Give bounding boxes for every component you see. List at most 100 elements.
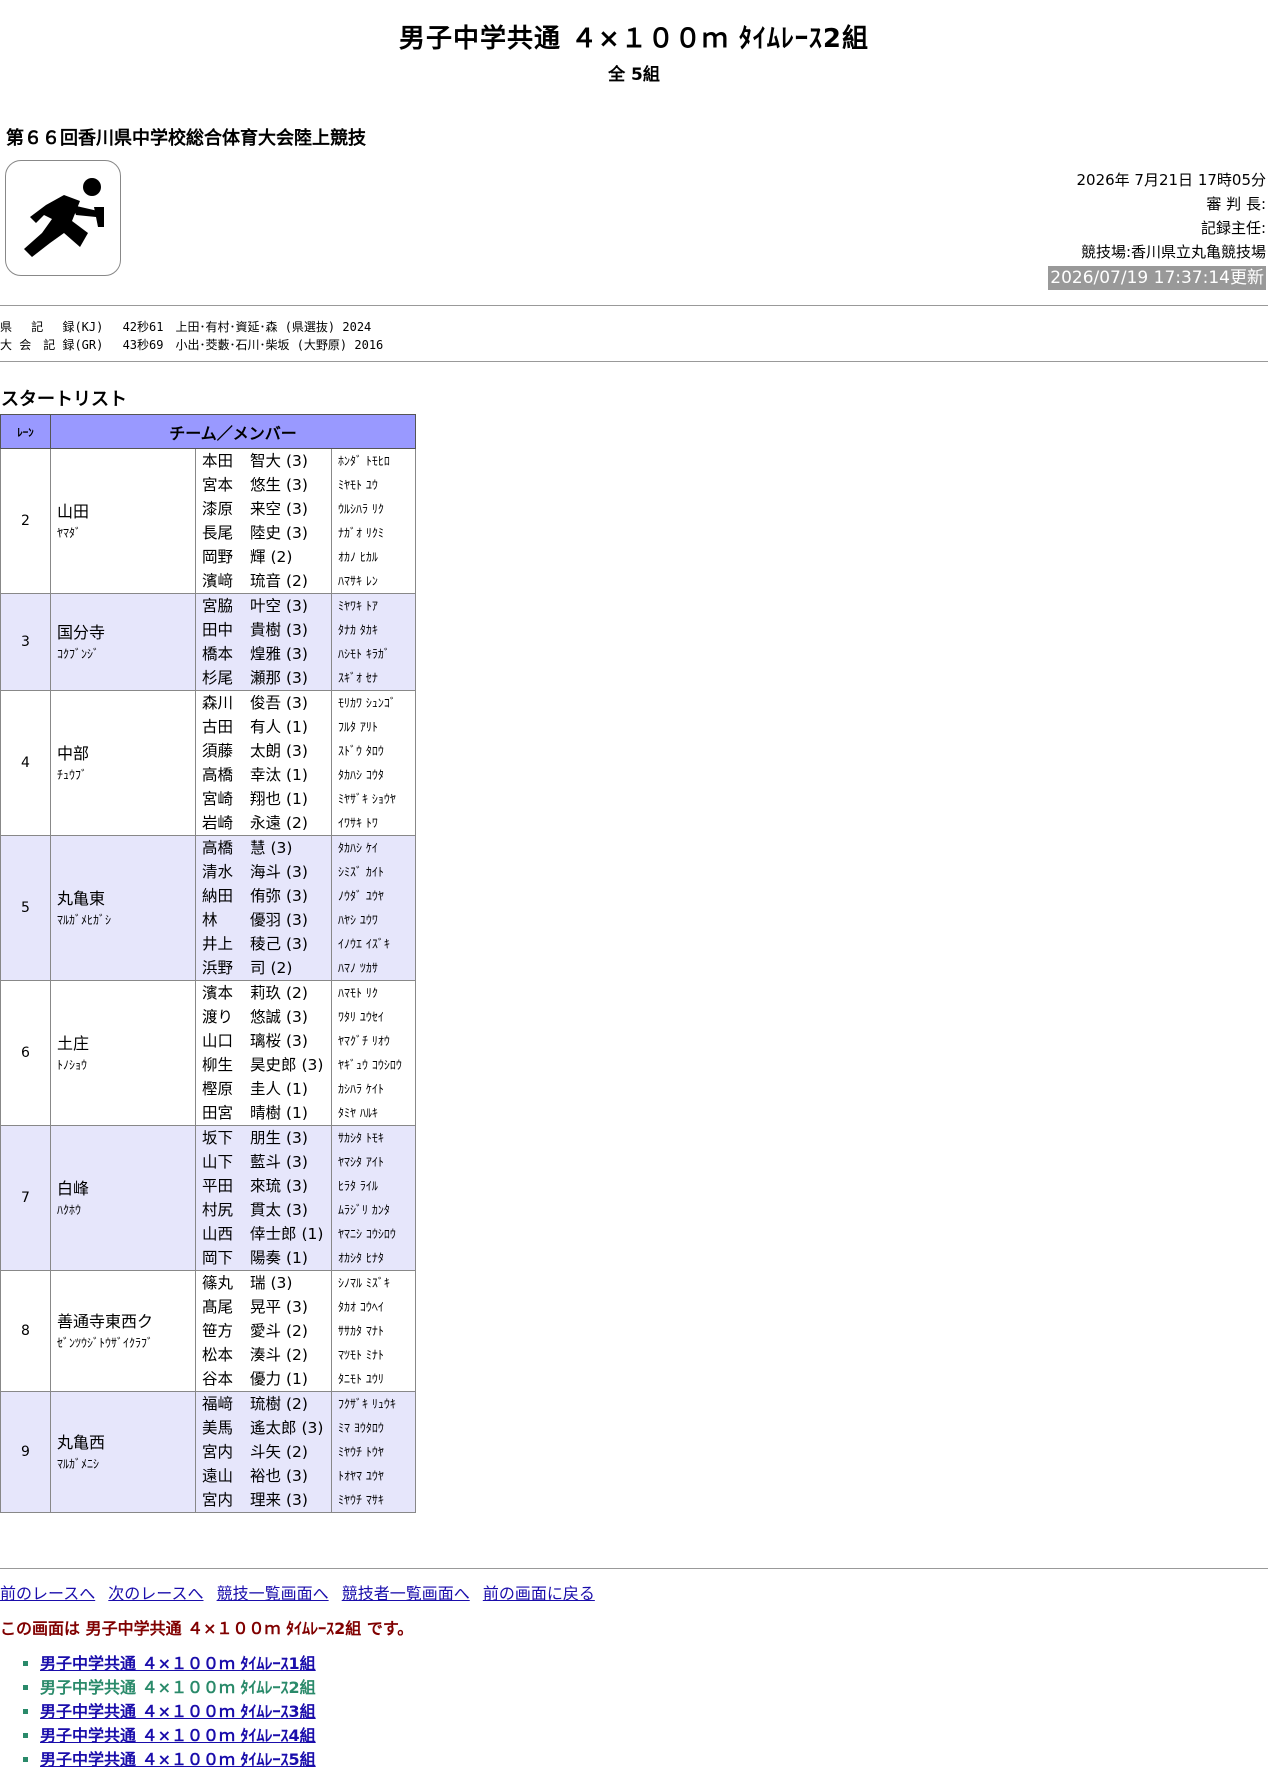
member-first-name: 優羽 (250, 911, 282, 929)
member-last-name: 古田 (202, 718, 234, 736)
startlist-heading: スタートリスト (1, 389, 127, 410)
member-name: 福﨑 琉樹 (2) (202, 1392, 331, 1416)
member-name: 長尾 陸史 (3) (202, 521, 331, 545)
member-name: 濱﨑 琉音 (2) (202, 569, 331, 593)
member-last-name: 高橋 (202, 839, 234, 857)
member-grade: (3) (285, 597, 308, 615)
member-kana: ﾉｳﾀﾞ ﾕｳﾔ (338, 889, 384, 903)
member-kana: ﾑﾗｼﾞﾘ ｶﾝﾀ (338, 1203, 390, 1217)
member-first-name: 侑弥 (250, 887, 282, 905)
member-name: 宮脇 叶空 (3) (202, 594, 331, 618)
member-grade: (3) (285, 1153, 308, 1171)
member-grade: (3) (285, 1491, 308, 1509)
col-team-header: チーム／メンバー (50, 414, 416, 449)
team-cell: 丸亀東 ﾏﾙｶﾞﾒﾋｶﾞｼ (50, 835, 196, 981)
member-name: 宮本 悠生 (3) (202, 473, 331, 497)
member-name: 山口 璃桜 (3) (202, 1029, 331, 1053)
member-kana: ﾐﾔﾜｷ ﾄｱ (338, 599, 378, 613)
member-grade: (3) (285, 1032, 308, 1050)
member-first-name: 晴樹 (250, 1104, 282, 1122)
team-cell: 山田 ﾔﾏﾀﾞ (50, 448, 196, 594)
table-row: 8 善通寺東西ク ｾﾞﾝﾂｳｼﾞﾄｳｻﾞｲｸﾗﾌﾞ 篠丸瑞 (3) 髙尾 晃平 (3) 笹方… (0, 1270, 416, 1392)
member-last-name: 松本 (202, 1346, 234, 1364)
member-last-name: 樫原 (202, 1080, 234, 1098)
member-grade: (1) (285, 1080, 308, 1098)
member-grade: (1) (285, 1370, 308, 1388)
member-first-name: 昊史郎 (250, 1056, 297, 1074)
member-names-cell: 濱本 莉玖 (2) 渡り 悠誠 (3) 山口 璃桜 (3) 柳生 昊史郎 (3) 樫原 圭人 (1… (195, 980, 332, 1126)
member-name: 渡り 悠誠 (3) (202, 1005, 331, 1029)
race-link[interactable]: 男子中学共通 ４×１００ｍ ﾀｲﾑﾚｰｽ1組 (40, 1654, 316, 1673)
back-link[interactable]: 前の画面に戻る (483, 1584, 595, 1603)
member-grade: (3) (285, 645, 308, 663)
member-first-name: 司 (250, 959, 266, 977)
member-name: 濱本 莉玖 (2) (202, 981, 331, 1005)
table-row: 2 山田 ﾔﾏﾀﾞ 本田 智大 (3) 宮本 悠生 (3) 漆原 来空 (3) 長尾 陸史 (3) 岡… (0, 448, 416, 594)
member-first-name: 湊斗 (250, 1346, 282, 1364)
team-name: 白峰 (57, 1179, 90, 1198)
member-name: 高橋 幸汰 (1) (202, 763, 331, 787)
member-last-name: 橋本 (202, 645, 234, 663)
race-link[interactable]: 男子中学共通 ４×１００ｍ ﾀｲﾑﾚｰｽ4組 (40, 1726, 316, 1745)
table-row: 4 中部 ﾁｭｳﾌﾞ 森川 俊吾 (3) 古田 有人 (1) 須藤 太朗 (3) 高橋 幸汰 (1)… (0, 690, 416, 836)
member-last-name: 清水 (202, 863, 234, 881)
records-block: 県 記 録(KJ) 42秒61 上田･有村･資延･森 (県選抜) 2024 大 … (0, 318, 383, 354)
member-kana: ｵｶﾉ ﾋｶﾙ (338, 550, 378, 564)
table-row: 3 国分寺 ｺｸﾌﾞﾝｼﾞ 宮脇 叶空 (3) 田中 貴樹 (3) 橋本 煌雅 (3) 杉尾 瀬那 … (0, 593, 416, 691)
member-grade: (3) (270, 1274, 293, 1292)
member-last-name: 浜野 (202, 959, 234, 977)
member-grade: (3) (285, 1129, 308, 1147)
team-kana: ﾊｸﾎｳ (57, 1203, 82, 1217)
member-grade: (2) (285, 1443, 308, 1461)
member-names-cell: 福﨑 琉樹 (2) 美馬 遙太郎 (3) 宮内 斗矢 (2) 遠山 裕也 (3) 宮内 理来 (3… (195, 1391, 332, 1513)
event-info: 2026年 7月21日 17時05分 審 判 長: 記録主任: 競技場:香川県立… (1048, 168, 1266, 290)
member-kana: ﾊﾔｼ ﾕｳﾜ (338, 913, 378, 927)
member-first-name: 煌雅 (250, 645, 282, 663)
member-first-name: 莉玖 (250, 984, 282, 1002)
member-kana: ﾓﾘｶﾜ ｼｭﾝｺﾞ (338, 696, 396, 710)
next-race-link[interactable]: 次のレースへ (108, 1584, 203, 1603)
member-grade: (3) (285, 1008, 308, 1026)
member-kana: ｳﾙｼﾊﾗ ﾘｸ (338, 502, 384, 516)
member-kana: ｻｻｶﾀ ﾏﾅﾄ (338, 1324, 384, 1338)
member-last-name: 福﨑 (202, 1395, 234, 1413)
member-names-cell: 高橋慧 (3) 清水 海斗 (3) 納田 侑弥 (3) 林優羽 (3) 井上 稜己 (3) 浜野… (195, 835, 332, 981)
member-grade: (2) (285, 1395, 308, 1413)
race-link[interactable]: 男子中学共通 ４×１００ｍ ﾀｲﾑﾚｰｽ5組 (40, 1750, 316, 1769)
member-grade: (3) (285, 524, 308, 542)
member-first-name: 叶空 (250, 597, 282, 615)
member-first-name: 来空 (250, 500, 282, 518)
member-kana: ｼﾐｽﾞ ｶｲﾄ (338, 865, 384, 879)
race-list-item: 男子中学共通 ４×１００ｍ ﾀｲﾑﾚｰｽ1組 (40, 1652, 316, 1676)
race-link[interactable]: 男子中学共通 ４×１００ｍ ﾀｲﾑﾚｰｽ3組 (40, 1702, 316, 1721)
nav-links: 前のレースへ 次のレースへ 競技一覧画面へ 競技者一覧画面へ 前の画面に戻る (0, 1580, 603, 1604)
lane-number: 9 (0, 1391, 51, 1513)
event-list-link[interactable]: 競技一覧画面へ (217, 1584, 329, 1603)
member-name: 納田 侑弥 (3) (202, 884, 331, 908)
member-name: 宮内 斗矢 (2) (202, 1440, 331, 1464)
member-last-name: 岩崎 (202, 814, 234, 832)
member-first-name: 瀬那 (250, 669, 282, 687)
member-kana-cell: ﾓﾘｶﾜ ｼｭﾝｺﾞ ﾌﾙﾀ ｱﾘﾄ ｽﾄﾞｳ ﾀﾛｳ ﾀｶﾊｼ ｺｳﾀ ﾐﾔｻﾞｷ ｼ… (331, 690, 416, 836)
member-names-cell: 宮脇 叶空 (3) 田中 貴樹 (3) 橋本 煌雅 (3) 杉尾 瀬那 (3) (195, 593, 332, 691)
member-grade: (3) (301, 1419, 324, 1437)
member-last-name: 宮崎 (202, 790, 234, 808)
member-grade: (3) (285, 742, 308, 760)
prev-race-link[interactable]: 前のレースへ (0, 1584, 95, 1603)
member-name: 田宮 晴樹 (1) (202, 1101, 331, 1125)
athlete-list-link[interactable]: 競技者一覧画面へ (342, 1584, 470, 1603)
member-first-name: 有人 (250, 718, 282, 736)
member-last-name: 平田 (202, 1177, 234, 1195)
member-names-cell: 本田 智大 (3) 宮本 悠生 (3) 漆原 来空 (3) 長尾 陸史 (3) 岡野輝 (2) 濱… (195, 448, 332, 594)
member-last-name: 柳生 (202, 1056, 234, 1074)
member-grade: (2) (285, 984, 308, 1002)
member-kana: ﾎﾝﾀﾞ ﾄﾓﾋﾛ (338, 454, 390, 468)
meet-name: 第６６回香川県中学校総合体育大会陸上競技 (6, 128, 366, 149)
member-kana: ﾊﾏｻｷ ﾚﾝ (338, 574, 378, 588)
member-kana: ﾀｶﾊｼ ｹｲ (338, 841, 378, 855)
member-grade: (1) (301, 1225, 324, 1243)
member-grade: (3) (285, 1467, 308, 1485)
race-link[interactable]: 男子中学共通 ４×１００ｍ ﾀｲﾑﾚｰｽ2組 (40, 1678, 316, 1697)
member-grade: (3) (285, 1177, 308, 1195)
updated-timestamp: 2026/07/19 17:37:14更新 (1048, 266, 1266, 290)
